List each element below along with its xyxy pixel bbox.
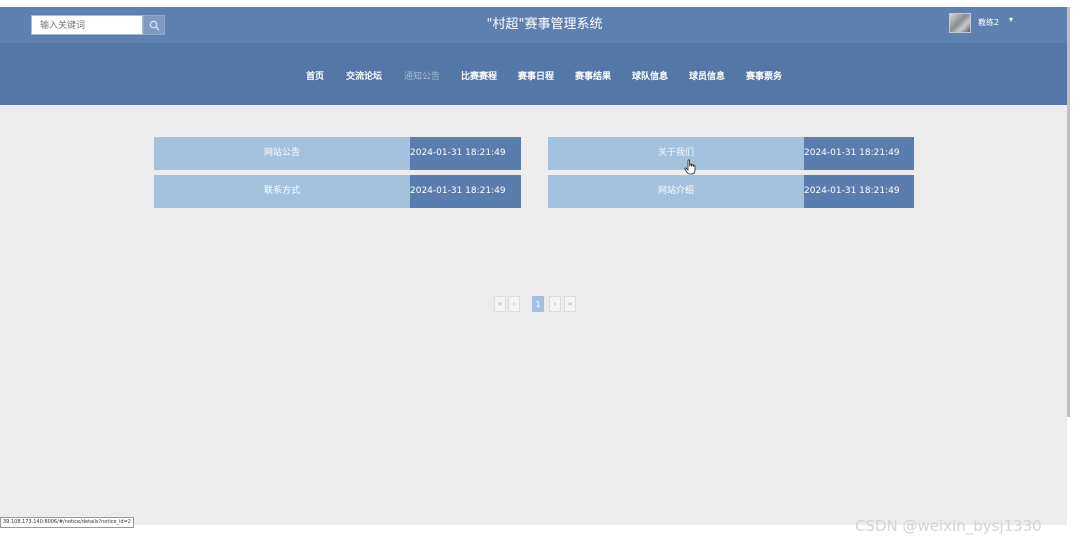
nav-item-teams[interactable]: 球队信息: [632, 69, 668, 85]
nav-item-results[interactable]: 赛事结果: [575, 69, 611, 85]
nav-item-forum[interactable]: 交流论坛: [346, 69, 382, 85]
nav-item-players[interactable]: 球员信息: [689, 69, 725, 85]
nav-item-notices[interactable]: 通知公告: [404, 69, 440, 85]
pagination-next[interactable]: ›: [549, 296, 561, 312]
notice-title[interactable]: 网站公告: [154, 137, 410, 170]
header: "村超"赛事管理系统 教练2 ▾ 首页 交流论坛 通知公告 比赛赛程 赛事日程 …: [0, 7, 1067, 105]
notice-card[interactable]: 网站公告 2024-01-31 18:21:49: [154, 137, 521, 170]
pagination-page-current[interactable]: 1: [532, 296, 544, 312]
notice-date: 2024-01-31 18:21:49: [804, 175, 914, 208]
nav-item-event-calendar[interactable]: 赛事日程: [518, 69, 554, 85]
nav-item-home[interactable]: 首页: [306, 69, 324, 85]
chevron-down-icon[interactable]: ▾: [1009, 15, 1013, 24]
notice-card[interactable]: 联系方式 2024-01-31 18:21:49: [154, 175, 521, 208]
nav-item-match-schedule[interactable]: 比赛赛程: [461, 69, 497, 85]
main-nav: 首页 交流论坛 通知公告 比赛赛程 赛事日程 赛事结果 球队信息 球员信息 赛事…: [0, 69, 1067, 85]
username[interactable]: 教练2: [978, 17, 999, 28]
nav-item-tickets[interactable]: 赛事票务: [746, 69, 782, 85]
status-bar-url: 39.108.173.140:8006/#/notice/details?not…: [0, 517, 134, 528]
app-viewport: "村超"赛事管理系统 教练2 ▾ 首页 交流论坛 通知公告 比赛赛程 赛事日程 …: [0, 7, 1067, 525]
window-top-edge: [0, 0, 1089, 7]
notice-date: 2024-01-31 18:21:49: [804, 137, 914, 170]
scrollbar[interactable]: [1067, 7, 1070, 417]
notice-date: 2024-01-31 18:21:49: [410, 175, 521, 208]
notice-date: 2024-01-31 18:21:49: [410, 137, 521, 170]
notice-card[interactable]: 关于我们 2024-01-31 18:21:49: [548, 137, 914, 170]
watermark: CSDN @weixin_bysj1330: [855, 517, 1042, 535]
pagination-prev[interactable]: ‹: [508, 296, 520, 312]
pagination-first[interactable]: «: [494, 296, 506, 312]
hand-cursor-icon: [684, 159, 696, 175]
avatar[interactable]: [949, 13, 971, 33]
notice-title[interactable]: 网站介绍: [548, 175, 804, 208]
app-title: "村超"赛事管理系统: [486, 17, 603, 32]
notice-title[interactable]: 关于我们: [548, 137, 804, 170]
pagination-last[interactable]: »: [564, 296, 576, 312]
notice-title[interactable]: 联系方式: [154, 175, 410, 208]
notice-card[interactable]: 网站介绍 2024-01-31 18:21:49: [548, 175, 914, 208]
